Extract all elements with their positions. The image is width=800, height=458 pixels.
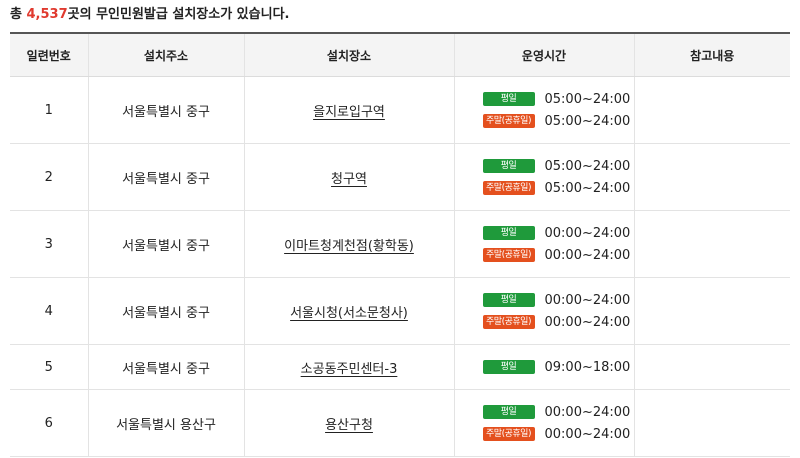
summary-prefix: 총 [10, 7, 27, 22]
weekday-badge: 평일 [482, 226, 535, 240]
place-link[interactable]: 청구역 [331, 172, 367, 187]
place-link[interactable]: 을지로입구역 [313, 105, 385, 120]
operating-time: 05:00~24:00 [544, 91, 631, 107]
operating-time: 00:00~24:00 [544, 225, 631, 241]
cell-note [634, 76, 790, 144]
weekend-holiday-badge: 주말(공휴일) [482, 427, 535, 441]
table-row: 3 서울특별시 중구 이마트청계천점(황학동) 평일 00:00~24:00 주말(공휴일… [10, 210, 790, 278]
column-header-place: 설치장소 [244, 32, 455, 77]
cell-address: 서울특별시 중구 [88, 210, 245, 278]
cell-address: 서울특별시 중구 [88, 143, 245, 211]
cell-serial-number: 2 [10, 143, 89, 211]
table-header-row: 일련번호 설치주소 설치장소 운영시간 참고내용 [10, 32, 790, 77]
hours-line: 평일 05:00~24:00 [482, 88, 631, 110]
place-link[interactable]: 이마트청계천점(황학동) [284, 239, 414, 254]
cell-note [634, 389, 790, 457]
hours-line: 주말(공휴일) 05:00~24:00 [482, 177, 631, 199]
cell-operating-hours: 평일 09:00~18:00 [454, 344, 635, 390]
hours-line: 평일 00:00~24:00 [482, 222, 631, 244]
table-body: 1 서울특별시 중구 을지로입구역 평일 05:00~24:00 주말(공휴일) 05:00… [10, 76, 790, 457]
cell-serial-number: 3 [10, 210, 89, 278]
cell-operating-hours: 평일 05:00~24:00 주말(공휴일) 05:00~24:00 [454, 76, 635, 144]
cell-note [634, 143, 790, 211]
cell-operating-hours: 평일 05:00~24:00 주말(공휴일) 05:00~24:00 [454, 143, 635, 211]
column-header-note: 참고내용 [634, 32, 790, 77]
hours-line: 평일 09:00~18:00 [482, 356, 631, 378]
hours-list: 평일 00:00~24:00 주말(공휴일) 00:00~24:00 [482, 289, 631, 333]
cell-place: 을지로입구역 [244, 76, 455, 144]
hours-list: 평일 09:00~18:00 [482, 356, 631, 378]
cell-serial-number: 6 [10, 389, 89, 457]
operating-time: 00:00~24:00 [544, 404, 631, 420]
column-header-hours: 운영시간 [454, 32, 635, 77]
operating-time: 05:00~24:00 [544, 158, 631, 174]
hours-line: 주말(공휴일) 00:00~24:00 [482, 423, 631, 445]
cell-address: 서울특별시 용산구 [88, 389, 245, 457]
place-link[interactable]: 용산구청 [325, 418, 373, 433]
operating-time: 00:00~24:00 [544, 314, 631, 330]
cell-place: 소공동주민센터-3 [244, 344, 455, 390]
column-header-address: 설치주소 [88, 32, 245, 77]
table-row: 6 서울특별시 용산구 용산구청 평일 00:00~24:00 주말(공휴일) 00:00~… [10, 389, 790, 457]
operating-time: 05:00~24:00 [544, 113, 631, 129]
cell-operating-hours: 평일 00:00~24:00 주말(공휴일) 00:00~24:00 [454, 389, 635, 457]
weekend-holiday-badge: 주말(공휴일) [482, 315, 535, 329]
hours-list: 평일 00:00~24:00 주말(공휴일) 00:00~24:00 [482, 401, 631, 445]
hours-list: 평일 00:00~24:00 주말(공휴일) 00:00~24:00 [482, 222, 631, 266]
cell-address: 서울특별시 중구 [88, 277, 245, 345]
hours-line: 평일 00:00~24:00 [482, 401, 631, 423]
cell-note [634, 277, 790, 345]
cell-serial-number: 4 [10, 277, 89, 345]
cell-address: 서울특별시 중구 [88, 344, 245, 390]
hours-line: 평일 05:00~24:00 [482, 155, 631, 177]
weekend-holiday-badge: 주말(공휴일) [482, 114, 535, 128]
cell-address: 서울특별시 중구 [88, 76, 245, 144]
weekend-holiday-badge: 주말(공휴일) [482, 248, 535, 262]
cell-note [634, 210, 790, 278]
operating-time: 00:00~24:00 [544, 292, 631, 308]
hours-list: 평일 05:00~24:00 주말(공휴일) 05:00~24:00 [482, 88, 631, 132]
hours-line: 주말(공휴일) 00:00~24:00 [482, 244, 631, 266]
weekday-badge: 평일 [482, 405, 535, 419]
table-row: 2 서울특별시 중구 청구역 평일 05:00~24:00 주말(공휴일) 05:00~24… [10, 143, 790, 211]
operating-time: 05:00~24:00 [544, 180, 631, 196]
hours-line: 평일 00:00~24:00 [482, 289, 631, 311]
cell-serial-number: 1 [10, 76, 89, 144]
place-link[interactable]: 서울시청(서소문청사) [290, 306, 408, 321]
table-row: 1 서울특별시 중구 을지로입구역 평일 05:00~24:00 주말(공휴일) 05:00… [10, 76, 790, 144]
cell-serial-number: 5 [10, 344, 89, 390]
cell-place: 청구역 [244, 143, 455, 211]
cell-place: 용산구청 [244, 389, 455, 457]
operating-time: 00:00~24:00 [544, 247, 631, 263]
column-header-no: 일련번호 [10, 32, 89, 77]
summary-suffix: 곳의 무인민원발급 설치장소가 있습니다. [67, 7, 290, 22]
cell-place: 이마트청계천점(황학동) [244, 210, 455, 278]
operating-time: 09:00~18:00 [544, 359, 631, 375]
hours-list: 평일 05:00~24:00 주말(공휴일) 05:00~24:00 [482, 155, 631, 199]
table-row: 5 서울특별시 중구 소공동주민센터-3 평일 09:00~18:00 [10, 344, 790, 390]
cell-place: 서울시청(서소문청사) [244, 277, 455, 345]
result-count: 4,537 [26, 7, 68, 22]
operating-time: 00:00~24:00 [544, 426, 631, 442]
weekday-badge: 평일 [482, 293, 535, 307]
weekend-holiday-badge: 주말(공휴일) [482, 181, 535, 195]
table-row: 4 서울특별시 중구 서울시청(서소문청사) 평일 00:00~24:00 주말(공휴일)… [10, 277, 790, 345]
cell-note [634, 344, 790, 390]
cell-operating-hours: 평일 00:00~24:00 주말(공휴일) 00:00~24:00 [454, 210, 635, 278]
place-link[interactable]: 소공동주민센터-3 [301, 362, 398, 377]
weekday-badge: 평일 [482, 159, 535, 173]
result-summary: 총 4,537곳의 무인민원발급 설치장소가 있습니다. [10, 4, 289, 26]
weekday-badge: 평일 [482, 92, 535, 106]
weekday-badge: 평일 [482, 360, 535, 374]
kiosk-location-table: 일련번호 설치주소 설치장소 운영시간 참고내용 1 서울특별시 중구 을지로입구역… [10, 32, 790, 457]
hours-line: 주말(공휴일) 05:00~24:00 [482, 110, 631, 132]
cell-operating-hours: 평일 00:00~24:00 주말(공휴일) 00:00~24:00 [454, 277, 635, 345]
hours-line: 주말(공휴일) 00:00~24:00 [482, 311, 631, 333]
